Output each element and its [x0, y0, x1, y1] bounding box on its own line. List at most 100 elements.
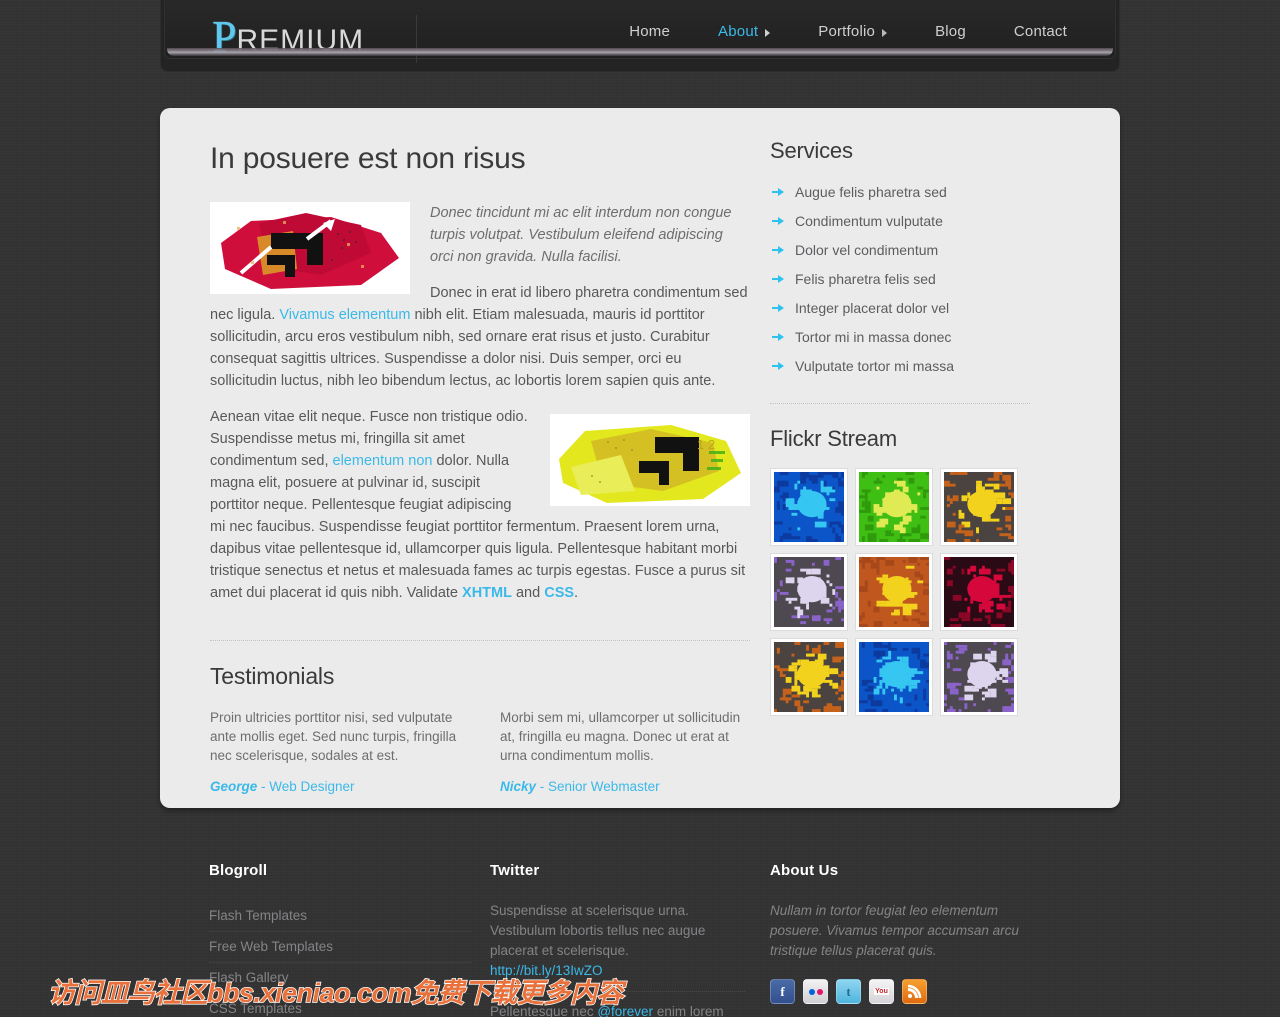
testimonial-item: Proin ultricies porttitor nisi, sed vulp… — [210, 708, 460, 794]
testimonial-author[interactable]: George — [210, 779, 257, 794]
link-elementum-non[interactable]: elementum non — [333, 453, 433, 469]
article-image-yellow-svg: 1 2 — [551, 415, 749, 505]
nav-label: Portfolio — [818, 23, 876, 40]
flickr-icon[interactable] — [803, 979, 828, 1004]
twitter-title: Twitter — [490, 862, 540, 879]
facebook-glyph: f — [780, 983, 785, 999]
body-paragraph-1: Donec in erat id libero pharetra condime… — [210, 282, 750, 392]
services-list: Augue felis pharetra sed Condimentum vul… — [770, 178, 1030, 381]
primary-navigation[interactable]: Home About Portfolio Blog Contact — [605, 23, 1091, 40]
flickr-title: Flickr Stream — [770, 426, 897, 451]
flickr-thumb-5[interactable] — [855, 553, 933, 631]
header-inner-panel: P REMIUM Home About Portfolio Blog Contac… — [164, 0, 1116, 63]
service-label: Augue felis pharetra sed — [795, 184, 947, 200]
link-xhtml[interactable]: XHTML — [462, 585, 512, 601]
article-image-yellow: 1 2 — [550, 414, 750, 506]
flickr-thumb-image — [774, 472, 850, 545]
content-panel: In posuere est non risus Donec tincidunt… — [160, 108, 1120, 808]
service-item[interactable]: Vulputate tortor mi massa — [770, 352, 1030, 381]
link-css[interactable]: CSS — [544, 585, 574, 601]
flickr-thumb-image — [774, 642, 850, 715]
testimonial-quote: Morbi sem mi, ullamcorper ut sollicitudi… — [500, 710, 741, 763]
rss-icon[interactable] — [902, 979, 927, 1004]
blogroll-title: Blogroll — [209, 862, 268, 879]
service-item[interactable]: Augue felis pharetra sed — [770, 178, 1030, 207]
twitter-icon[interactable]: t — [836, 979, 861, 1004]
nav-item-home[interactable]: Home — [605, 23, 694, 40]
article-image-red-svg — [211, 203, 409, 293]
rss-glyph — [907, 984, 922, 999]
arrow-right-icon — [772, 216, 785, 226]
arrow-right-icon — [772, 361, 785, 371]
service-label: Condimentum vulputate — [795, 213, 943, 229]
nav-item-about[interactable]: About — [694, 23, 794, 40]
social-links: f t You — [770, 979, 1030, 1004]
service-item[interactable]: Integer placerat dolor vel — [770, 294, 1030, 323]
flickr-thumb-image — [859, 642, 935, 715]
about-title: About Us — [770, 862, 839, 879]
flickr-thumb-2[interactable] — [855, 468, 935, 546]
list-item[interactable]: Free Web Templates — [209, 932, 471, 963]
arrow-right-icon — [772, 332, 785, 342]
svg-text:1 2: 1 2 — [697, 437, 715, 452]
para-text: . — [574, 585, 579, 601]
link-vivamus-elementum[interactable]: Vivamus elementum — [279, 307, 410, 323]
blogroll-link[interactable]: Free Web Templates — [209, 932, 471, 963]
nav-item-blog[interactable]: Blog — [911, 23, 990, 40]
nav-label: Contact — [1013, 23, 1067, 40]
arrow-right-icon — [772, 187, 785, 197]
list-item[interactable]: Flash Templates — [209, 901, 471, 932]
twitter-glyph: t — [846, 983, 851, 999]
service-item[interactable]: Dolor vel condimentum — [770, 236, 1030, 265]
nav-item-contact[interactable]: Contact — [990, 23, 1091, 40]
arrow-right-icon — [772, 274, 785, 284]
flickr-thumb-6[interactable] — [940, 553, 1020, 631]
testimonial-role: - Senior Webmaster — [536, 779, 660, 794]
tweet-text: Suspendisse at scelerisque urna. Vestibu… — [490, 903, 706, 958]
nav-label: About — [718, 23, 759, 40]
main-column: In posuere est non risus Donec tincidunt… — [210, 142, 750, 794]
youtube-icon[interactable]: You — [869, 979, 894, 1004]
nav-item-portfolio[interactable]: Portfolio — [794, 23, 911, 40]
chevron-down-icon — [765, 28, 771, 37]
testimonial-byline: George - Web Designer — [210, 779, 460, 794]
watermark-overlay: 访问皿鸟社区bbs.xieniao.com免费下载更多内容 — [47, 977, 624, 1009]
flickr-thumb-9[interactable] — [940, 638, 1020, 716]
flickr-thumb-1[interactable] — [770, 468, 850, 546]
flickr-thumb-image — [944, 472, 1020, 545]
header-gloss-bar — [167, 48, 1113, 56]
flickr-thumb-image — [859, 472, 935, 545]
testimonial-quote: Proin ultricies porttitor nisi, sed vulp… — [210, 710, 457, 763]
service-label: Tortor mi in massa donec — [795, 329, 952, 345]
flickr-thumb-image — [944, 642, 1020, 715]
page-title: In posuere est non risus — [210, 142, 526, 175]
flickr-thumbnail-grid — [770, 468, 1030, 716]
blogroll-link[interactable]: Flash Templates — [209, 901, 471, 932]
nav-label: Home — [629, 23, 671, 40]
article-image-red — [210, 202, 410, 294]
sidebar: Services Augue felis pharetra sed Condim… — [770, 138, 1030, 716]
service-label: Integer placerat dolor vel — [795, 300, 950, 316]
flickr-thumb-7[interactable] — [770, 638, 850, 716]
facebook-icon[interactable]: f — [770, 979, 795, 1004]
flickr-dot-blue — [808, 988, 815, 995]
testimonials-title: Testimonials — [210, 663, 335, 689]
testimonials-grid: Proin ultricies porttitor nisi, sed vulp… — [210, 708, 750, 794]
arrow-right-icon — [772, 303, 785, 313]
flickr-thumb-image — [944, 557, 1020, 630]
sidebar-divider — [770, 403, 1030, 404]
service-item[interactable]: Felis pharetra felis sed — [770, 265, 1030, 294]
service-label: Felis pharetra felis sed — [795, 271, 936, 287]
service-item[interactable]: Condimentum vulputate — [770, 207, 1030, 236]
flickr-thumb-3[interactable] — [940, 468, 1020, 546]
flickr-thumb-8[interactable] — [855, 638, 935, 716]
section-divider — [210, 640, 750, 641]
testimonial-author[interactable]: Nicky — [500, 779, 536, 794]
site-header: P REMIUM Home About Portfolio Blog Contac… — [160, 0, 1120, 72]
service-label: Dolor vel condimentum — [795, 242, 939, 258]
chevron-down-icon — [882, 28, 888, 37]
para-text: and — [511, 585, 545, 601]
flickr-thumb-4[interactable] — [770, 553, 850, 631]
service-item[interactable]: Tortor mi in massa donec — [770, 323, 1030, 352]
flickr-thumb-image — [859, 557, 932, 630]
